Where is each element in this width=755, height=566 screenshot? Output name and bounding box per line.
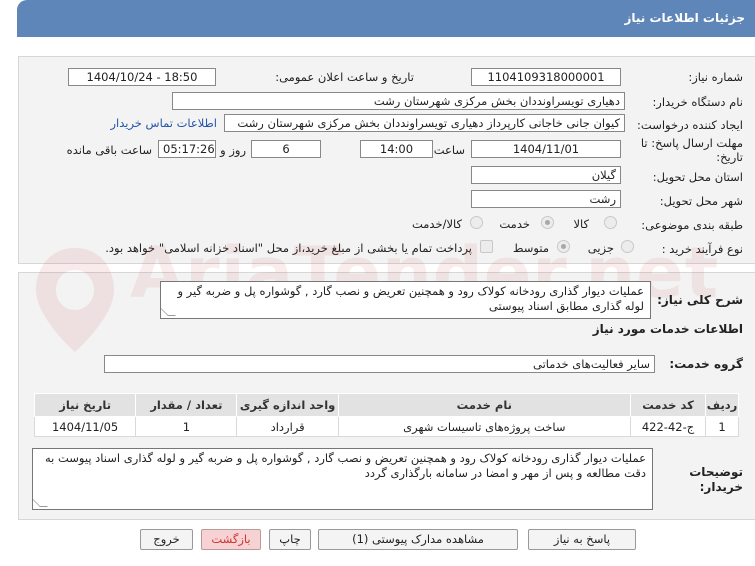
col-header-row-number: ردیف	[705, 393, 739, 417]
category-radio-goods[interactable]	[604, 216, 617, 229]
remaining-time-field: 05:17:26	[158, 140, 216, 158]
back-button[interactable]: بازگشت	[201, 529, 261, 550]
remaining-label: ساعت باقی مانده	[66, 143, 152, 157]
city-label: شهر محل تحویل:	[659, 194, 743, 208]
need-number-field: 1104109318000001	[471, 68, 621, 86]
category-radio-goods-service[interactable]	[470, 216, 483, 229]
watermark-logo-icon	[36, 248, 114, 352]
cell-quantity: 1	[135, 416, 238, 437]
deadline-time-label: ساعت	[433, 143, 465, 157]
cell-row-number: 1	[705, 416, 739, 437]
reply-button[interactable]: پاسخ به نیاز	[528, 529, 636, 550]
days-field: 6	[251, 140, 321, 158]
province-label: استان محل تحویل:	[652, 170, 743, 184]
buyer-org-label: نام دستگاه خریدار:	[652, 95, 743, 109]
page-title: جزئیات اطلاعات نیاز	[17, 0, 755, 37]
table-header-row: ردیف کد خدمت نام خدمت واحد اندازه گیری ت…	[33, 393, 739, 417]
col-header-need-date: تاریخ نیاز	[33, 393, 137, 417]
table-row: 1 ج-42-422 ساخت پروژه‌های تاسیسات شهری ق…	[33, 416, 739, 437]
services-info-heading: اطلاعات خدمات مورد نیاز	[592, 322, 743, 336]
service-group-label: گروه خدمت:	[669, 357, 743, 371]
category-goods-service-label: کالا/خدمت	[411, 217, 462, 231]
resize-handle-icon[interactable]	[33, 499, 48, 507]
deadline-label: مهلت ارسال پاسخ: تا	[640, 136, 743, 150]
col-header-unit: واحد اندازه گیری	[236, 393, 339, 417]
col-header-service-name: نام خدمت	[337, 393, 631, 417]
province-field: گیلان	[471, 166, 621, 184]
col-header-service-code: کد خدمت	[629, 393, 707, 417]
category-goods-label: کالا	[573, 217, 589, 231]
buyer-notes-label-2: خریدار:	[699, 480, 743, 494]
general-desc-text: عملیات دیوار گذاری رودخانه کولاک رود و ه…	[177, 284, 644, 313]
deadline-time-field: 14:00	[360, 140, 433, 158]
requester-label: ایجاد کننده درخواست:	[637, 118, 743, 132]
exit-button[interactable]: خروج	[140, 529, 193, 550]
buyer-notes-text: عملیات دیوار گذاری رودخانه کولاک رود و ه…	[44, 451, 646, 480]
deadline-date-field: 1404/11/01	[471, 140, 621, 158]
buyer-notes-textarea[interactable]: عملیات دیوار گذاری رودخانه کولاک رود و ه…	[32, 448, 653, 510]
requester-field: کیوان جانی خاجانی کارپرداز دهیاری تویسرا…	[224, 114, 625, 132]
contact-buyer-link[interactable]: اطلاعات تماس خریدار	[110, 116, 217, 130]
cell-unit: قرارداد	[236, 416, 339, 437]
category-radio-service[interactable]	[541, 216, 554, 229]
service-group-field: سایر فعالیت‌های خدماتی	[104, 355, 655, 373]
category-label: طبقه بندی موضوعی:	[641, 218, 743, 232]
resize-handle-icon[interactable]	[161, 308, 176, 316]
col-header-quantity: تعداد / مقدار	[135, 393, 238, 417]
header-bar: جزئیات اطلاعات نیاز	[0, 0, 755, 38]
view-documents-button[interactable]: مشاهده مدارک پیوستی (1)	[318, 529, 518, 550]
buyer-org-field: دهیاری تویسراونددان بخش مرکزی شهرستان رش…	[172, 92, 625, 110]
services-table: ردیف کد خدمت نام خدمت واحد اندازه گیری ت…	[33, 393, 739, 437]
cell-service-name: ساخت پروژه‌های تاسیسات شهری	[337, 416, 631, 437]
announce-datetime-field: 1404/10/24 - 18:50	[68, 68, 216, 86]
print-button[interactable]: چاپ	[269, 529, 311, 550]
general-desc-label: شرح کلی نیاز:	[657, 293, 743, 307]
category-service-label: خدمت	[499, 217, 530, 231]
buyer-notes-label: توضیحات	[689, 465, 743, 479]
cell-service-code: ج-42-422	[629, 416, 707, 437]
deadline-date-label: تاریخ:	[716, 150, 743, 164]
general-desc-textarea[interactable]: عملیات دیوار گذاری رودخانه کولاک رود و ه…	[160, 281, 651, 319]
announce-datetime-label: تاریخ و ساعت اعلان عمومی:	[275, 70, 414, 84]
days-label: روز و	[220, 143, 246, 157]
city-field: رشت	[471, 190, 621, 208]
cell-need-date: 1404/11/05	[33, 416, 137, 437]
need-number-label: شماره نیاز:	[688, 70, 743, 84]
